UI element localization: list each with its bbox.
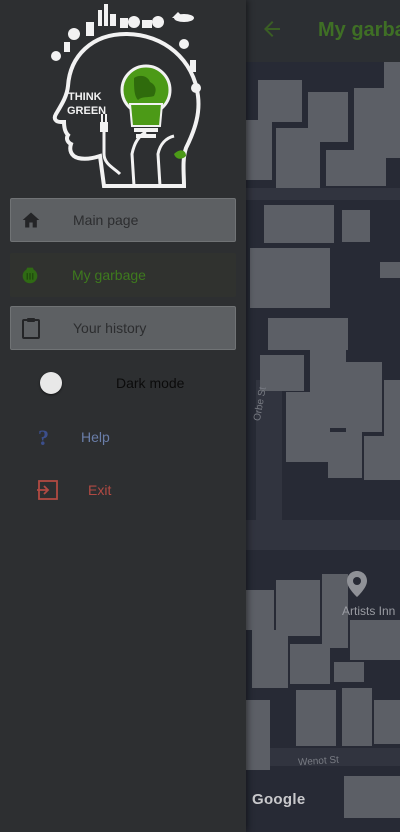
map-building [246,590,274,630]
map-page-title: My garba [318,19,400,41]
map-building [246,120,272,180]
navigation-drawer: THINK GREEN Main page My garbage Your hi… [0,0,246,832]
map-building [384,60,400,90]
map-building [290,644,330,684]
map-building [328,432,362,478]
map-building [342,210,370,242]
map-building [250,248,330,308]
map-building [268,318,348,350]
svg-text:GREEN: GREEN [67,105,106,117]
clipboard-icon [19,316,43,340]
map-building [334,662,364,682]
dark-mode-label: Dark mode [116,375,185,391]
map-building [260,355,304,391]
map-building [252,630,288,688]
dark-mode-switch[interactable] [40,372,62,394]
place-label: Artists Inn [342,604,396,618]
map-building [350,620,400,660]
map-building [258,80,302,122]
help-label: Help [81,429,110,445]
street-label: Wenot St [297,754,340,769]
nav-item-my-garbage[interactable]: My garbage [10,253,236,297]
exit-icon [36,479,60,501]
nav-item-main-page[interactable]: Main page [10,198,236,242]
think-green-logo: THINK GREEN [51,4,201,188]
garbage-icon [18,263,42,287]
svg-text:THINK: THINK [68,91,102,103]
map-building [374,700,400,744]
map-building [354,88,400,158]
map-view[interactable]: Orbe St Wenot St Artists Inn Google [246,0,400,832]
map-building [344,776,400,818]
map-building [342,688,372,746]
map-building [276,580,320,636]
google-attribution: Google [252,791,306,808]
exit-label: Exit [88,482,112,498]
exit-item[interactable]: Exit [36,479,111,501]
home-icon [19,208,43,232]
nav-item-label: Main page [73,212,139,228]
map-app-bar: My garba [246,0,400,62]
map-building [296,690,336,746]
map-road [246,188,400,200]
map-building [326,150,386,186]
svg-text:?: ? [38,425,49,449]
map-building [380,262,400,278]
nav-item-label: Your history [73,320,147,336]
question-icon: ? [34,425,56,450]
back-arrow-icon[interactable] [260,17,284,41]
map-building [364,436,400,480]
map-building [286,392,330,462]
nav-item-label: My garbage [72,267,146,283]
map-pin-icon[interactable] [346,570,368,598]
help-item[interactable]: ? Help [34,425,110,450]
map-building [264,205,334,243]
map-building [276,128,320,188]
dark-mode-toggle-row[interactable]: Dark mode [40,372,184,394]
map-building [246,700,270,770]
map-building [346,362,382,432]
nav-item-your-history[interactable]: Your history [10,306,236,350]
